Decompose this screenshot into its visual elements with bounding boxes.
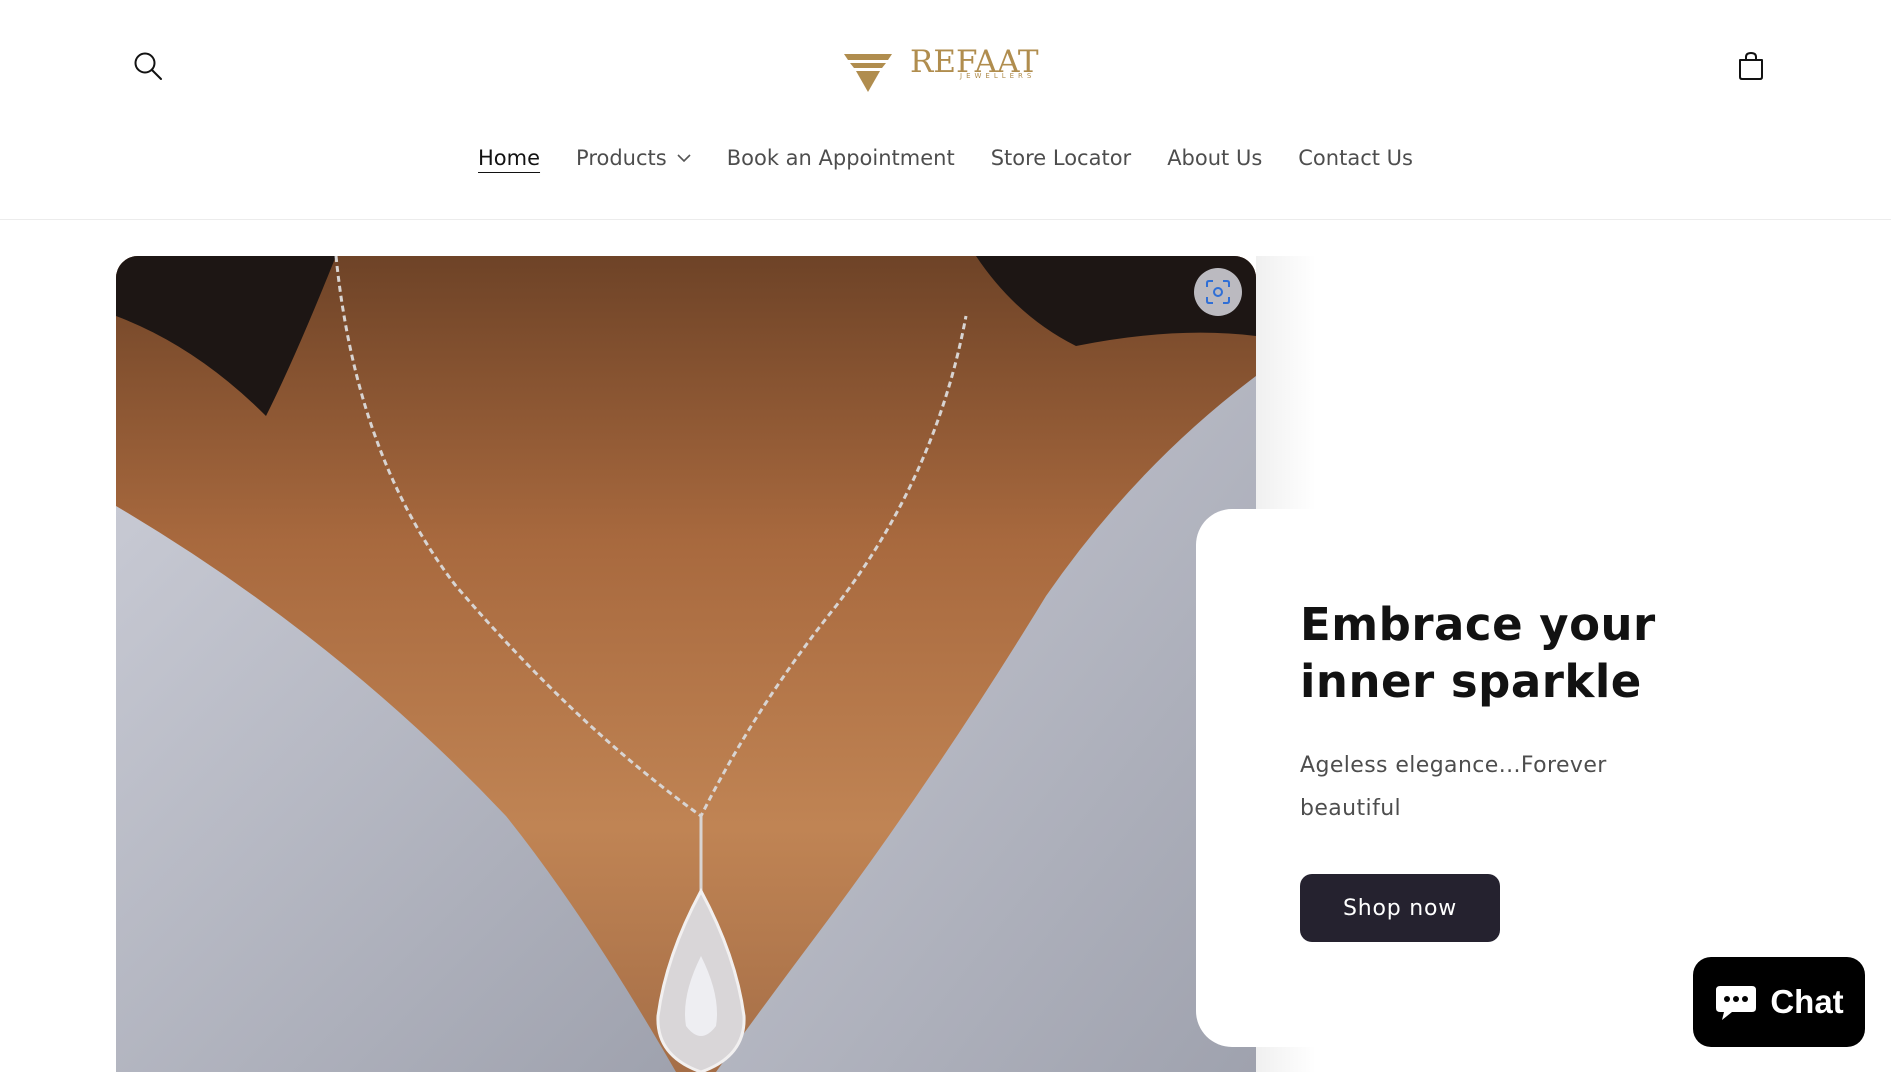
- chevron-down-icon: [677, 153, 691, 162]
- nav-item-label: Products: [576, 146, 667, 170]
- nav-item-label: Contact Us: [1298, 146, 1413, 170]
- nav-item-label: Home: [478, 146, 541, 170]
- nav-item-book-appointment[interactable]: Book an Appointment: [709, 140, 973, 176]
- search-button[interactable]: [120, 38, 176, 94]
- nav-item-contact-us[interactable]: Contact Us: [1280, 140, 1431, 176]
- hero-subtitle: Ageless elegance...Forever beautiful: [1300, 753, 1607, 821]
- nav-item-store-locator[interactable]: Store Locator: [973, 140, 1150, 176]
- shop-now-button[interactable]: Shop now: [1300, 874, 1500, 942]
- search-icon: [134, 52, 162, 80]
- logo-mark-icon: [844, 54, 892, 92]
- chat-label: Chat: [1770, 983, 1844, 1020]
- nav-item-home[interactable]: Home: [460, 140, 558, 176]
- chat-button[interactable]: Chat: [1693, 957, 1865, 1047]
- nav-item-label: Store Locator: [990, 146, 1132, 170]
- nav-item-products[interactable]: Products: [558, 140, 709, 176]
- main-navigation: Home Products Book an Appointment Store …: [0, 138, 1891, 178]
- hero-photo-illustration: [116, 256, 1256, 1072]
- site-header: REFAAT JEWELLERS Home Products Book an A…: [0, 0, 1891, 220]
- cart-icon: [1739, 51, 1763, 80]
- nav-item-label: About Us: [1167, 146, 1263, 170]
- site-logo[interactable]: REFAAT JEWELLERS: [842, 44, 1042, 100]
- cart-button[interactable]: [1723, 38, 1779, 94]
- visual-search-button[interactable]: [1194, 268, 1242, 316]
- visual-search-icon: [1206, 280, 1230, 304]
- chat-bubble-icon: [1716, 986, 1757, 1020]
- hero-title: Embrace your inner sparkle: [1300, 598, 1656, 708]
- logo-tagline: JEWELLERS: [960, 72, 1036, 80]
- hero-image: [116, 256, 1256, 1072]
- nav-item-about-us[interactable]: About Us: [1149, 140, 1280, 176]
- nav-item-label: Book an Appointment: [726, 146, 955, 170]
